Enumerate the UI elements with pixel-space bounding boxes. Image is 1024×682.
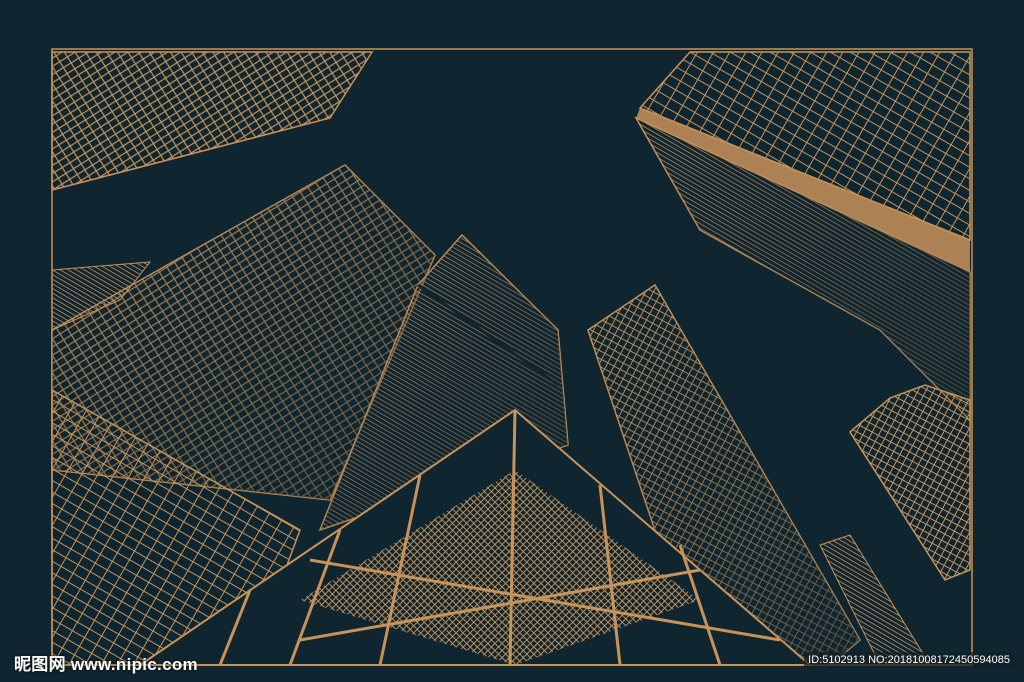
skyscraper-illustration: 昵图网 www.nipic.com ID:5102913 NO:20181008… — [0, 0, 1024, 682]
building-top-left — [51, 51, 374, 191]
building-artwork — [51, 48, 973, 666]
watermark-id: ID:5102913 NO:20181008172450594085 — [804, 652, 1014, 668]
watermark-site: 昵图网 www.nipic.com — [14, 655, 198, 674]
